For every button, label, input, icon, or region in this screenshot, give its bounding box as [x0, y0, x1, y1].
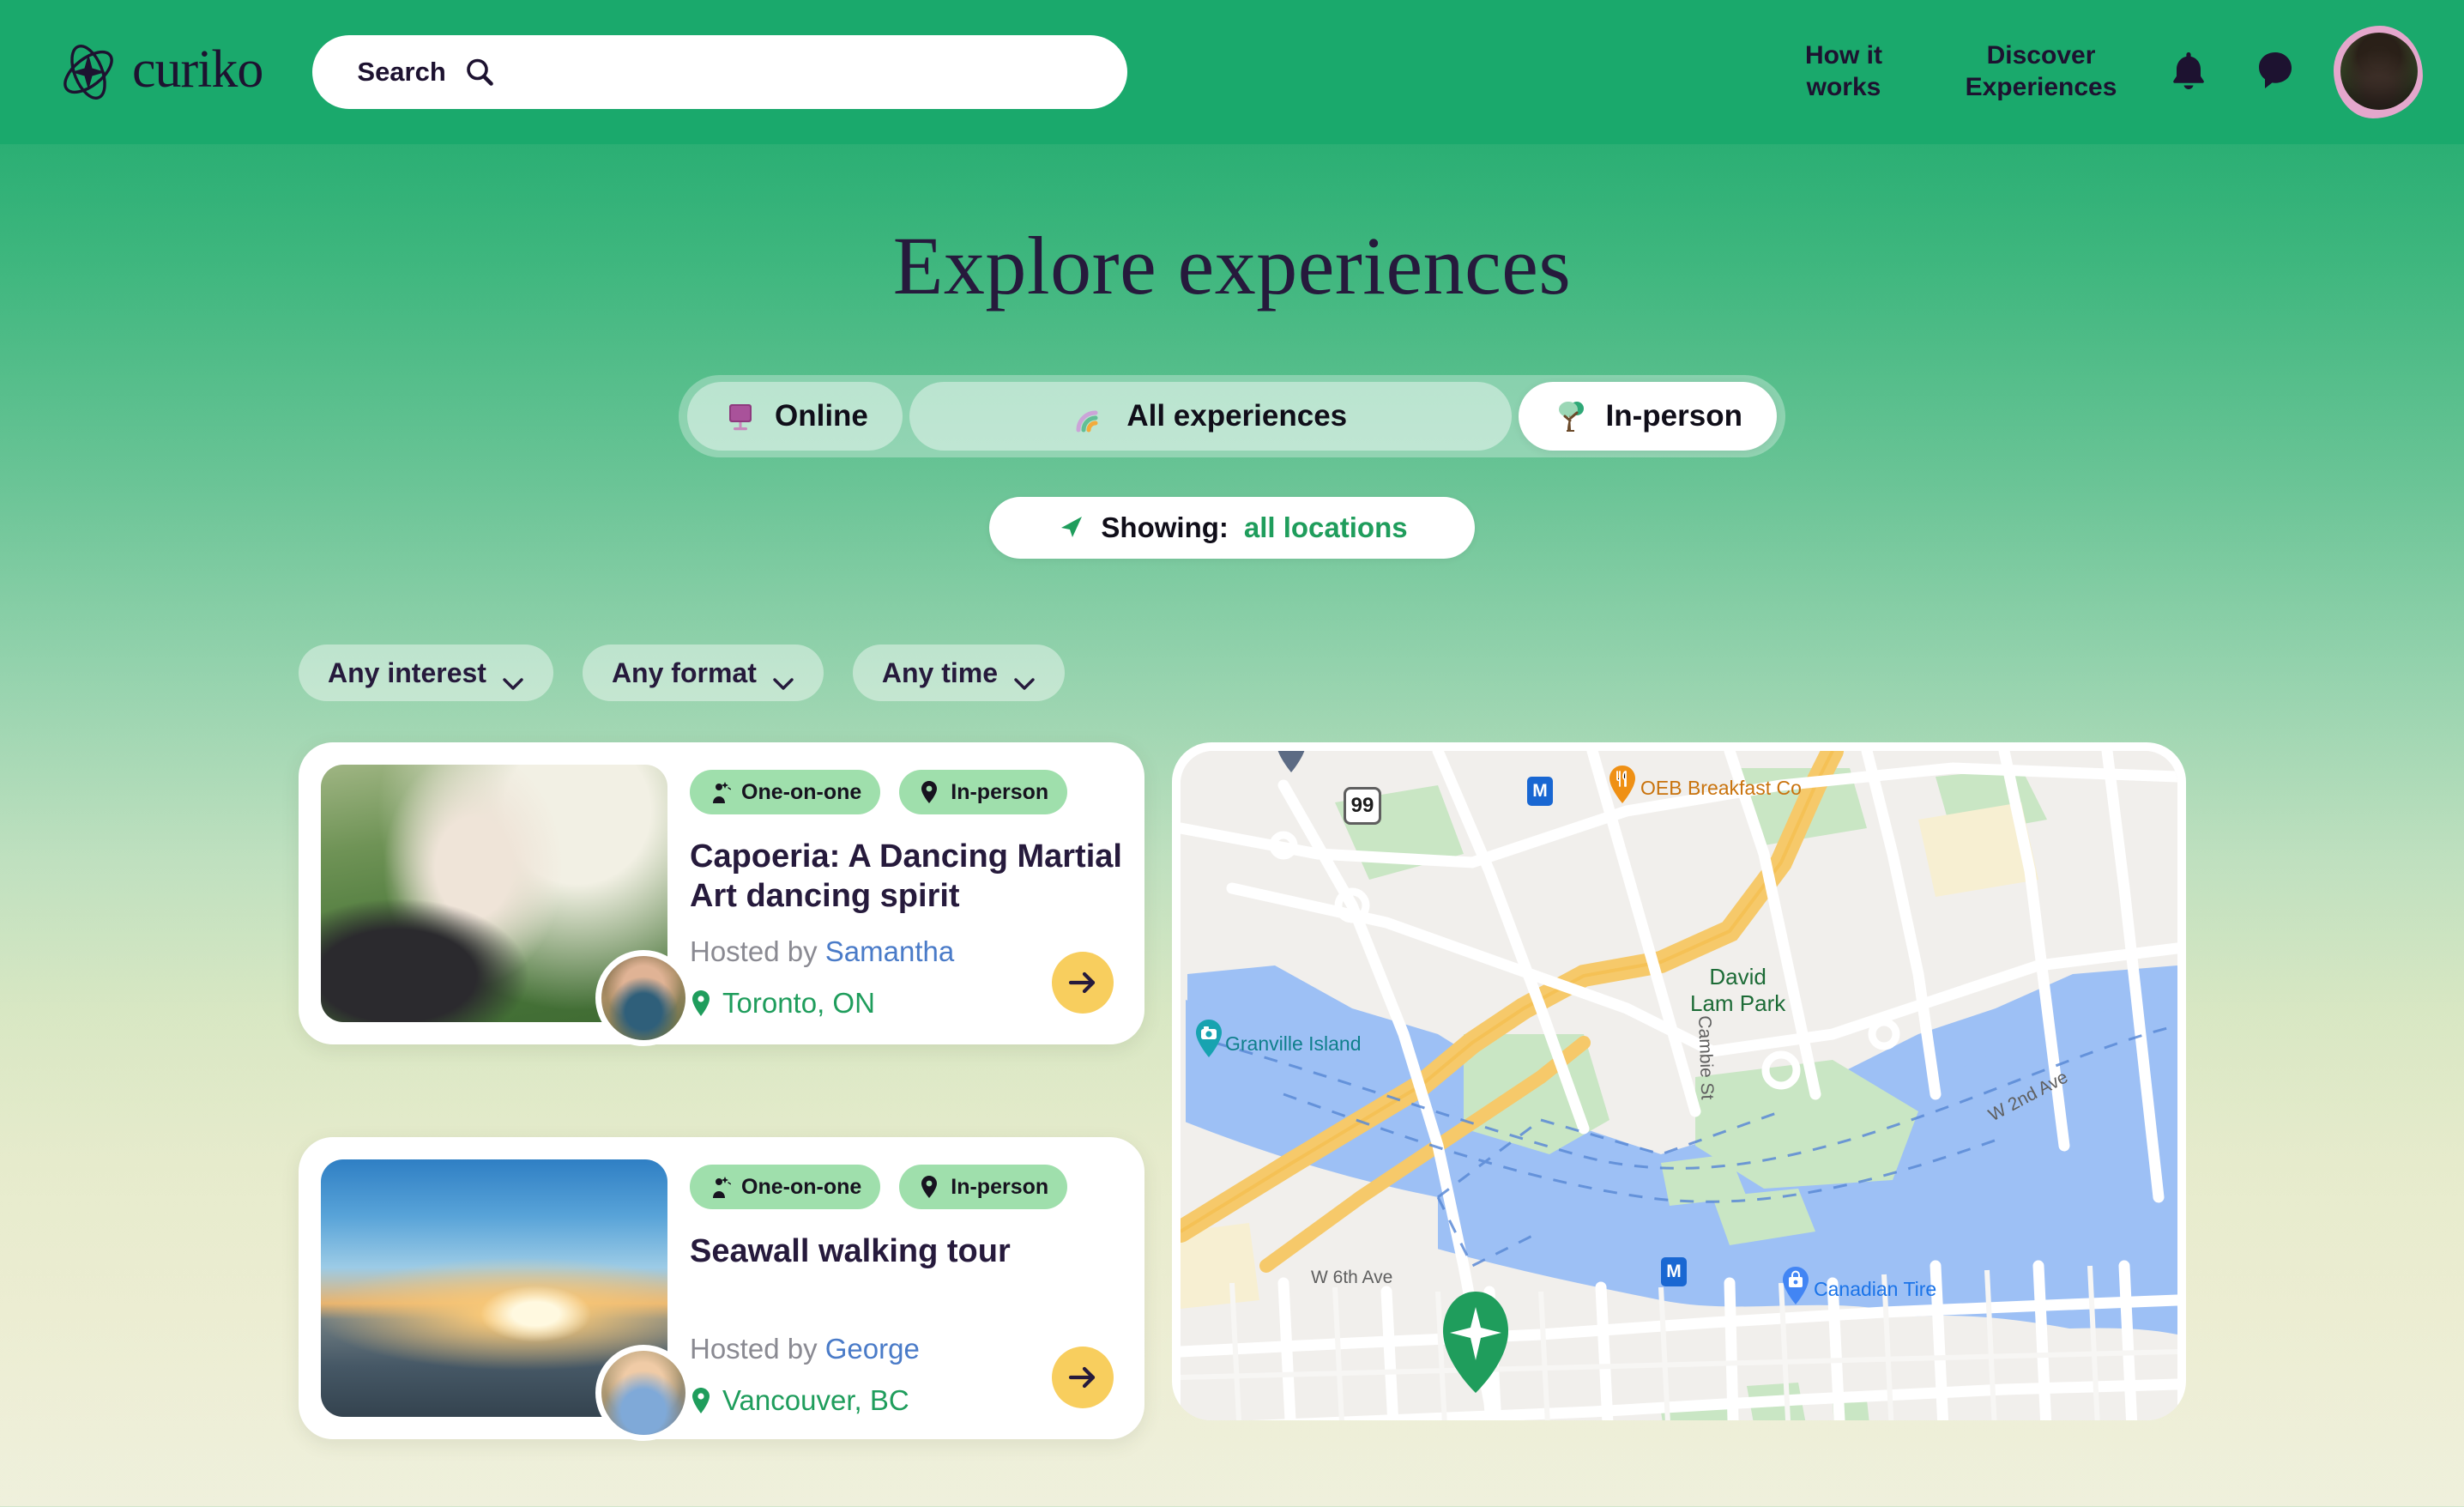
- highway-shield-99: 99: [1344, 787, 1381, 825]
- card-badges: One-on-one In-person: [690, 770, 1122, 814]
- hosted-by-prefix: Hosted by: [690, 1333, 818, 1365]
- card-media: [321, 765, 691, 1046]
- experience-title: Seawall walking tour: [690, 1233, 1011, 1269]
- arrow-right-icon: [1067, 970, 1098, 996]
- person-sparkle-icon: [709, 1175, 731, 1199]
- navigation-arrow-icon: [1056, 511, 1085, 545]
- experience-card[interactable]: One-on-one In-person Capoeria: A Dancing…: [299, 742, 1144, 1046]
- host-avatar: [595, 950, 691, 1046]
- map-frame: 99 M M Granville Island David Lam Park O…: [1172, 742, 2186, 1420]
- search-input[interactable]: Search: [312, 35, 1128, 109]
- open-experience-button[interactable]: [1052, 1347, 1114, 1409]
- experience-location-label: Toronto, ON: [722, 986, 875, 1019]
- badge-in-person-label: In-person: [951, 779, 1049, 804]
- main-nav: How it works Discover Experiences: [1745, 26, 2423, 118]
- messages-button[interactable]: [2238, 35, 2311, 109]
- map-canvas[interactable]: 99 M M Granville Island David Lam Park O…: [1181, 751, 2177, 1420]
- badge-one-on-one-label: One-on-one: [741, 1174, 862, 1199]
- curiko-location-marker[interactable]: [1436, 1288, 1515, 1401]
- granville-island-pin[interactable]: [1194, 1019, 1223, 1058]
- host-name-link[interactable]: George: [825, 1333, 920, 1365]
- chat-bubble-icon: [2252, 48, 2297, 97]
- arrow-right-icon: [1067, 1365, 1098, 1390]
- experience-title: Capoeria: A Dancing Martial Art dancing …: [690, 838, 1122, 915]
- chevron-down-icon: [502, 666, 524, 690]
- brand-name: curiko: [132, 40, 263, 99]
- rainbow-icon: [1073, 397, 1111, 435]
- open-experience-button[interactable]: [1052, 952, 1114, 1014]
- map-panel: 99 M M Granville Island David Lam Park O…: [1172, 742, 2464, 1420]
- monitor-icon: [722, 397, 759, 435]
- filter-any-interest[interactable]: Any interest: [299, 645, 553, 701]
- badge-one-on-one: One-on-one: [690, 1165, 881, 1209]
- nav-discover-experiences[interactable]: Discover Experiences: [1942, 40, 2140, 103]
- badge-in-person: In-person: [899, 770, 1068, 814]
- filter-any-format[interactable]: Any format: [582, 645, 824, 701]
- experience-mode-toggle: Online All experiences In-person: [679, 375, 1785, 457]
- experience-location-label: Vancouver, BC: [722, 1384, 909, 1417]
- experience-card[interactable]: One-on-one In-person Seawall walking tou…: [299, 1137, 1144, 1441]
- badge-in-person: In-person: [899, 1165, 1068, 1209]
- card-badges: One-on-one In-person: [690, 1165, 1122, 1209]
- host-avatar: [595, 1345, 691, 1441]
- account-avatar-button[interactable]: [2334, 26, 2423, 118]
- search-container: Search: [312, 35, 1128, 109]
- filter-any-format-label: Any format: [611, 657, 757, 688]
- card-body: One-on-one In-person Capoeria: A Dancing…: [690, 765, 1122, 1022]
- metro-station-marker[interactable]: M: [1527, 777, 1553, 806]
- location-pin-icon: [690, 990, 712, 1017]
- card-body: One-on-one In-person Seawall walking tou…: [690, 1159, 1122, 1417]
- card-media: [321, 1159, 691, 1441]
- badge-in-person-label: In-person: [951, 1174, 1049, 1199]
- showing-value: all locations: [1243, 511, 1408, 543]
- filter-any-time[interactable]: Any time: [852, 645, 1065, 701]
- page-title: Explore experiences: [892, 220, 1572, 312]
- notifications-button[interactable]: [2152, 35, 2225, 109]
- toggle-in-person-label: In-person: [1605, 399, 1742, 433]
- toggle-online[interactable]: Online: [687, 382, 903, 451]
- host-name-link[interactable]: Samantha: [825, 935, 954, 967]
- experience-host: Hosted by Samantha: [690, 935, 1122, 968]
- person-sparkle-icon: [709, 780, 731, 804]
- top-header: curiko Search How it works Discover Expe…: [0, 0, 2464, 144]
- map-vector: [1181, 751, 2177, 1420]
- search-label: Search: [357, 57, 446, 87]
- experience-list: One-on-one In-person Capoeria: A Dancing…: [299, 742, 1144, 1507]
- brand-logo[interactable]: curiko: [57, 40, 263, 104]
- search-icon[interactable]: [465, 57, 494, 87]
- hosted-by-prefix: Hosted by: [690, 935, 818, 967]
- bell-icon: [2166, 48, 2211, 97]
- map-pin-icon: [918, 1175, 940, 1199]
- location-pin-icon: [690, 1387, 712, 1414]
- chevron-down-icon: [1013, 666, 1036, 690]
- filter-bar: Any interest Any format Any time: [0, 559, 2464, 701]
- oeb-breakfast-pin[interactable]: [1608, 765, 1637, 804]
- chevron-down-icon: [772, 666, 794, 690]
- showing-location-button[interactable]: Showing: all locations: [989, 497, 1475, 559]
- canadian-tire-pin[interactable]: [1781, 1266, 1810, 1305]
- toggle-all-experiences[interactable]: All experiences: [909, 382, 1512, 451]
- main-content: One-on-one In-person Capoeria: A Dancing…: [0, 701, 2464, 1507]
- toggle-in-person[interactable]: In-person: [1518, 382, 1777, 451]
- curiko-atom-logo-icon: [57, 40, 120, 104]
- nav-how-it-works[interactable]: How it works: [1745, 40, 1942, 103]
- hero-section: Explore experiences Online All experienc…: [0, 144, 2464, 559]
- metro-station-marker[interactable]: M: [1661, 1257, 1687, 1286]
- tree-icon: [1553, 397, 1591, 435]
- map-pin-icon: [918, 780, 940, 804]
- avatar: [2340, 33, 2418, 110]
- toggle-online-label: Online: [775, 399, 868, 433]
- badge-one-on-one: One-on-one: [690, 770, 881, 814]
- badge-one-on-one-label: One-on-one: [741, 779, 862, 804]
- toggle-all-experiences-label: All experiences: [1126, 399, 1348, 433]
- filter-any-interest-label: Any interest: [328, 657, 486, 688]
- showing-label: Showing:: [1101, 511, 1229, 543]
- map-pin-dark[interactable]: [1275, 751, 1307, 773]
- filter-any-time-label: Any time: [881, 657, 998, 688]
